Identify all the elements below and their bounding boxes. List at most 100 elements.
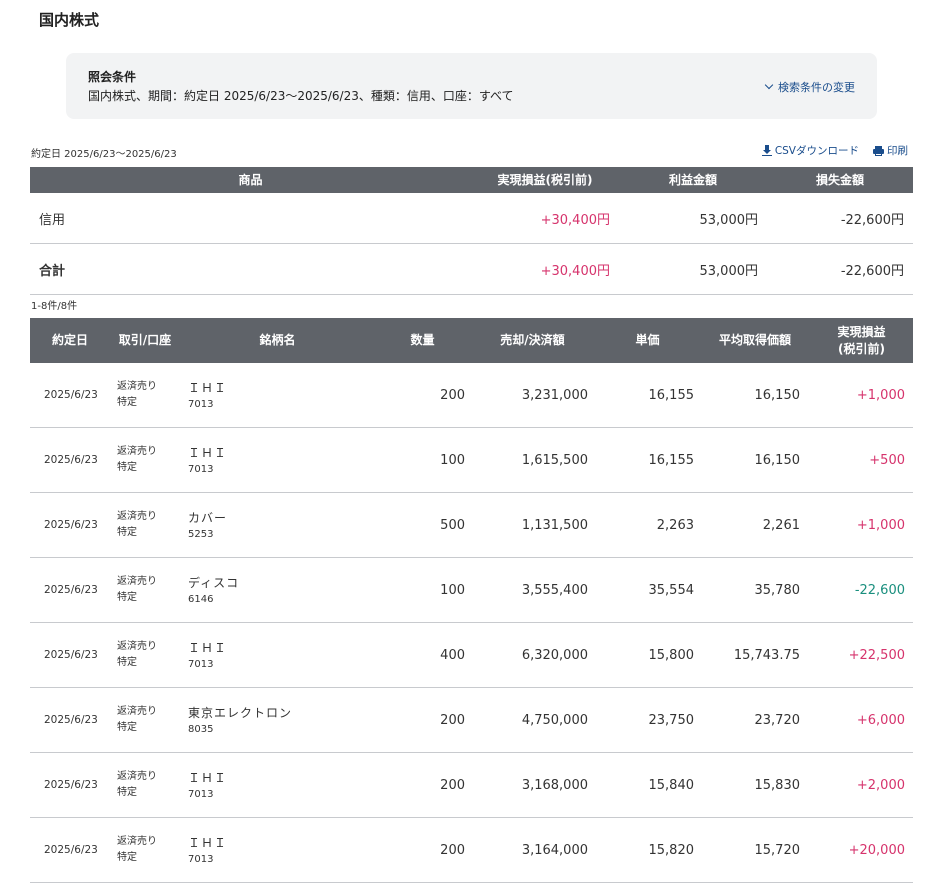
account-type: 特定: [117, 722, 137, 733]
issue-name: カバー: [188, 510, 228, 525]
header-unit: 単価: [635, 333, 660, 348]
account-type: 特定: [117, 527, 137, 538]
unit-price: 16,155: [648, 387, 695, 403]
table-row: 2025/6/23 返済売り 特定 ＩＨＩ 7013 100 1,615,500…: [30, 428, 913, 493]
realized-pl: +500: [869, 452, 905, 468]
table-row: 2025/6/23 返済売り 特定 ＩＨＩ 7013 200 3,231,000…: [30, 363, 913, 428]
issue-code: 5253: [188, 528, 214, 540]
table-row: 2025/6/23 返済売り 特定 ディスコ 6146 100 3,555,40…: [30, 558, 913, 623]
trade-type: 返済売り: [117, 771, 157, 782]
trades-table-header: 約定日 取引/口座 銘柄名 数量 売却/決済額 単価 平均取得価額 実現損益 (…: [30, 318, 913, 363]
settlement-amount: 3,168,000: [521, 777, 588, 793]
print-label: 印刷: [887, 145, 908, 157]
average-cost: 23,720: [754, 712, 801, 728]
realized-pl: +1,000: [856, 387, 905, 403]
change-conditions-button[interactable]: 検索条件の変更: [764, 79, 855, 95]
total-profit: 53,000円: [699, 263, 759, 279]
settlement-amount: 3,164,000: [521, 842, 588, 858]
quantity: 200: [440, 387, 465, 403]
average-cost: 16,150: [754, 387, 801, 403]
trade-type-account: 返済売り 特定: [117, 688, 157, 752]
search-conditions-panel: 照会条件 国内株式、期間：約定日 2025/6/23〜2025/6/23、種類：…: [66, 53, 877, 119]
trade-type-account: 返済売り 特定: [117, 363, 157, 427]
csv-download-link[interactable]: CSVダウンロード: [761, 143, 859, 158]
issue-code: 7013: [188, 853, 214, 865]
unit-price: 35,554: [648, 582, 695, 598]
trade-type: 返済売り: [117, 511, 157, 522]
trade-type: 返済売り: [117, 381, 157, 392]
trade-type: 返済売り: [117, 446, 157, 457]
trade-date: 2025/6/23: [44, 454, 98, 466]
header-amount: 売却/決済額: [500, 333, 565, 348]
unit-price: 15,800: [648, 647, 695, 663]
issue-name: ＩＨＩ: [188, 835, 228, 850]
average-cost: 15,830: [754, 777, 801, 793]
download-icon: [761, 145, 772, 156]
trade-date: 2025/6/23: [44, 389, 98, 401]
unit-price: 15,840: [648, 777, 695, 793]
header-realized: 実現損益(税引前): [497, 172, 593, 187]
toolbar: CSVダウンロード 印刷: [761, 143, 908, 158]
quantity: 100: [440, 582, 465, 598]
issue: ＩＨＩ 7013: [188, 753, 227, 817]
unit-price: 2,263: [656, 517, 694, 533]
trade-type: 返済売り: [117, 836, 157, 847]
trade-date: 2025/6/23: [44, 519, 98, 531]
issue-code: 7013: [188, 788, 214, 800]
quantity: 500: [440, 517, 465, 533]
issue-name: ディスコ: [188, 575, 240, 590]
settlement-amount: 1,131,500: [521, 517, 588, 533]
trade-type-account: 返済売り 特定: [117, 558, 157, 622]
header-loss: 損失金額: [815, 172, 864, 187]
trade-date: 2025/6/23: [44, 584, 98, 596]
account-type: 特定: [117, 852, 137, 863]
settlement-amount: 6,320,000: [521, 647, 588, 663]
realized-pl: +6,000: [856, 712, 905, 728]
settlement-amount: 1,615,500: [521, 452, 588, 468]
change-conditions-label: 検索条件の変更: [778, 81, 855, 94]
summary-profit: 53,000円: [699, 212, 759, 228]
total-realized: +30,400円: [540, 263, 610, 279]
realized-pl: +2,000: [856, 777, 905, 793]
header-realized-pl: 実現損益 (税引前): [810, 318, 913, 363]
realized-pl: +1,000: [856, 517, 905, 533]
trade-type-account: 返済売り 特定: [117, 428, 157, 492]
settlement-amount: 3,231,000: [521, 387, 588, 403]
issue: 東京エレクトロン 8035: [188, 688, 292, 752]
issue-code: 7013: [188, 658, 214, 670]
header-pl-line1: 実現損益: [837, 325, 886, 340]
print-link[interactable]: 印刷: [873, 143, 908, 158]
page-title: 国内株式: [39, 11, 100, 29]
issue-name: ＩＨＩ: [188, 380, 228, 395]
table-row: 2025/6/23 返済売り 特定 ＩＨＩ 7013 400 6,320,000…: [30, 623, 913, 688]
csv-download-label: CSVダウンロード: [774, 145, 859, 157]
realized-pl: +22,500: [848, 647, 905, 663]
trade-type: 返済売り: [117, 576, 157, 587]
issue: ＩＨＩ 7013: [188, 363, 227, 427]
account-type: 特定: [117, 592, 137, 603]
table-row: 2025/6/23 返済売り 特定 カバー 5253 500 1,131,500…: [30, 493, 913, 558]
average-cost: 15,743.75: [733, 647, 800, 663]
summary-realized: +30,400円: [540, 212, 610, 228]
issue-code: 8035: [188, 723, 214, 735]
summary-total-row: 合計 +30,400円 53,000円 -22,600円: [30, 244, 913, 295]
quantity: 400: [440, 647, 465, 663]
trade-type-account: 返済売り 特定: [117, 818, 157, 882]
period-text: 約定日 2025/6/23〜2025/6/23: [31, 149, 177, 160]
summary-loss: -22,600円: [840, 212, 904, 228]
unit-price: 15,820: [648, 842, 695, 858]
issue-name: ＩＨＩ: [188, 445, 228, 460]
trade-date: 2025/6/23: [44, 649, 98, 661]
issue-code: 7013: [188, 463, 214, 475]
summary-table-header: 商品 実現損益(税引前) 利益金額 損失金額: [30, 167, 913, 193]
header-product: 商品: [238, 172, 263, 187]
summary-product: 信用: [39, 212, 66, 228]
conditions-text: 国内株式、期間：約定日 2025/6/23〜2025/6/23、種類：信用、口座…: [88, 89, 514, 103]
average-cost: 16,150: [754, 452, 801, 468]
header-date: 約定日: [51, 333, 88, 348]
unit-price: 23,750: [648, 712, 695, 728]
trade-date: 2025/6/23: [44, 779, 98, 791]
realized-pl: -22,600: [854, 582, 905, 598]
issue-name: ＩＨＩ: [188, 770, 228, 785]
conditions-label: 照会条件: [88, 70, 137, 84]
